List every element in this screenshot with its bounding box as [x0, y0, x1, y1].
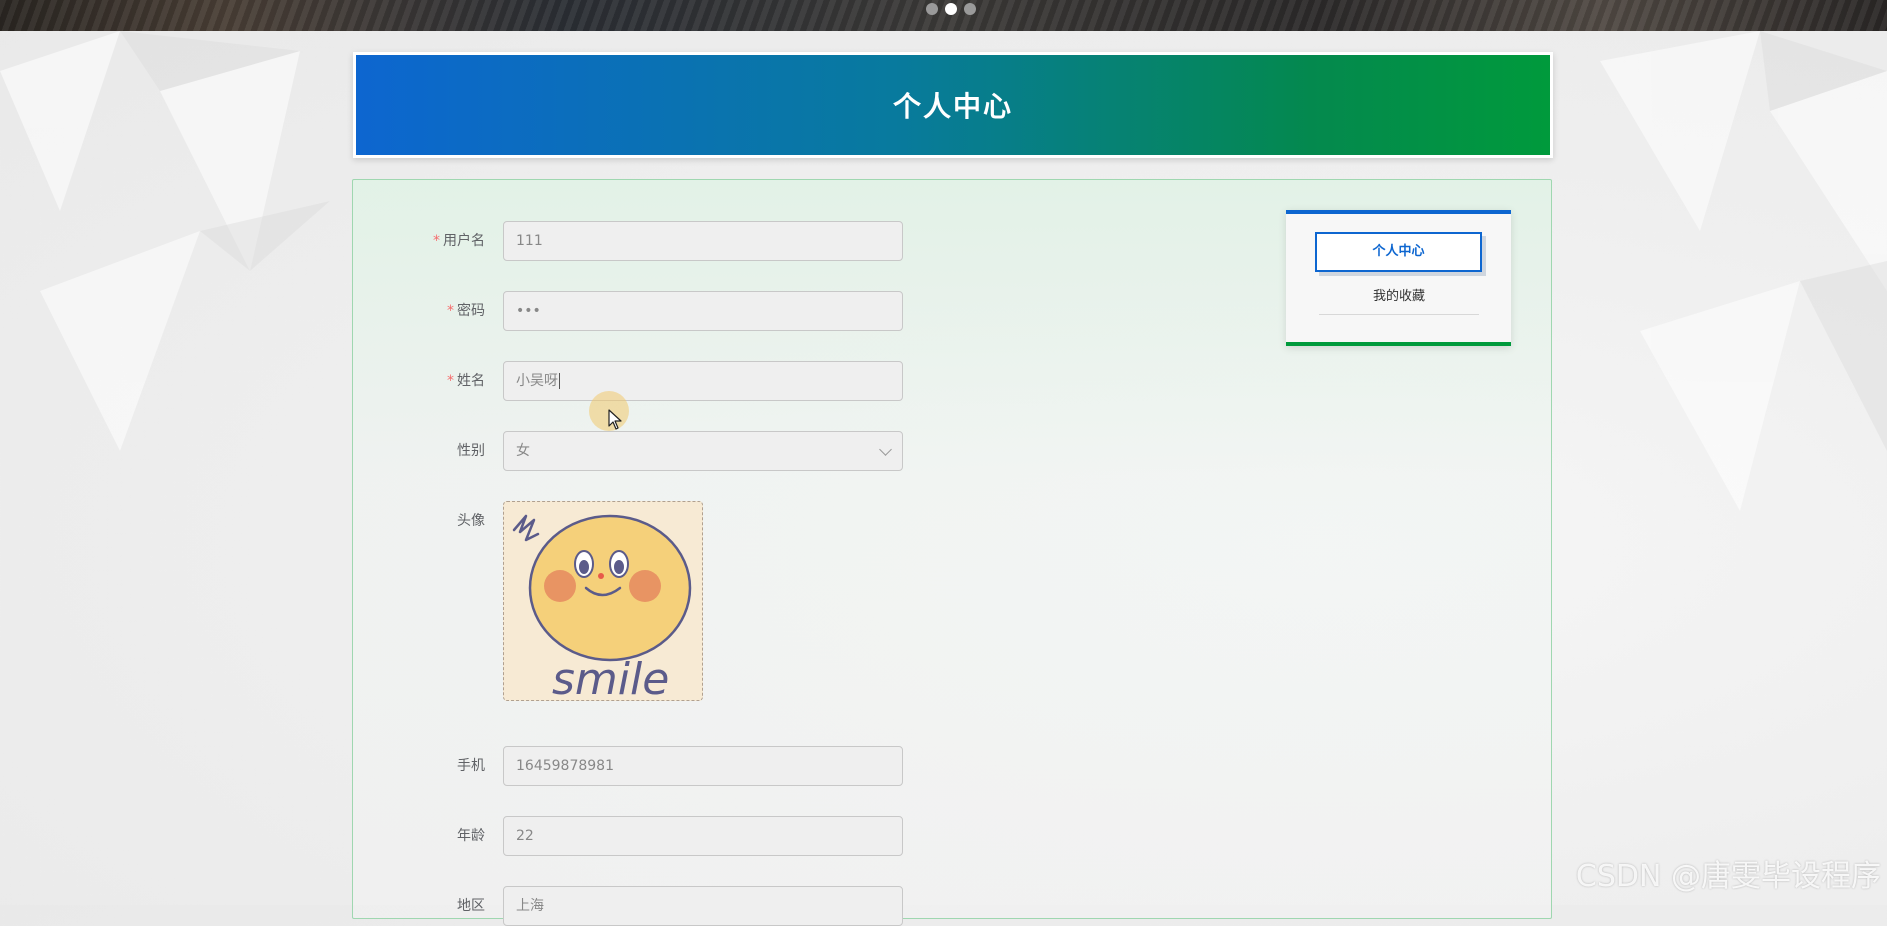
menu-item-profile[interactable]: 个人中心 [1315, 232, 1482, 272]
watermark: CSDN @唐雯毕设程序 [1575, 859, 1881, 894]
form-row-phone: 手机 16459878981 [353, 746, 913, 786]
password-label: * 密码 [447, 303, 485, 319]
region-label: 地区 [457, 898, 485, 914]
page-title-bar: 个人中心 [353, 52, 1553, 158]
phone-input[interactable]: 16459878981 [503, 746, 903, 786]
chevron-down-icon [879, 443, 892, 456]
required-mark: * [447, 373, 454, 389]
form-row-avatar: 头像 smile [353, 501, 913, 701]
form-row-region: 地区 上海 [353, 886, 913, 926]
avatar-image-text: smile [552, 654, 669, 700]
text-caret [559, 373, 560, 389]
form-row-name: * 姓名 小吴呀 [353, 361, 913, 401]
name-value: 小吴呀 [516, 373, 558, 389]
top-banner [0, 0, 1887, 31]
username-input[interactable]: 111 [503, 221, 903, 261]
name-label: * 姓名 [447, 373, 485, 389]
gender-label: 性别 [457, 443, 485, 459]
password-input[interactable]: ••• [503, 291, 903, 331]
phone-label: 手机 [457, 758, 485, 774]
age-label: 年龄 [457, 828, 485, 844]
required-mark: * [433, 233, 440, 249]
menu-item-favorites[interactable]: 我的收藏 [1319, 280, 1479, 315]
mouse-pointer-icon [608, 409, 622, 430]
form-row-username: * 用户名 111 [353, 221, 913, 261]
avatar-upload[interactable]: smile [503, 501, 703, 701]
gender-select[interactable]: 女 [503, 431, 903, 471]
username-label: * 用户名 [433, 233, 485, 249]
region-input[interactable]: 上海 [503, 886, 903, 926]
avatar-label: 头像 [457, 513, 485, 529]
form-row-password: * 密码 ••• [353, 291, 913, 331]
page-title: 个人中心 [892, 90, 1013, 123]
side-menu: 个人中心 我的收藏 [1286, 210, 1511, 346]
carousel-dot[interactable] [926, 3, 938, 15]
gender-value: 女 [516, 443, 530, 459]
form-row-age: 年龄 22 [353, 816, 913, 856]
carousel-dot[interactable] [964, 3, 976, 15]
name-input[interactable]: 小吴呀 [503, 361, 903, 401]
carousel-indicators [926, 3, 976, 15]
age-input[interactable]: 22 [503, 816, 903, 856]
form-row-gender: 性别 女 [353, 431, 913, 471]
avatar-image: smile [512, 514, 692, 700]
carousel-dot-active[interactable] [945, 3, 957, 15]
required-mark: * [447, 303, 454, 319]
